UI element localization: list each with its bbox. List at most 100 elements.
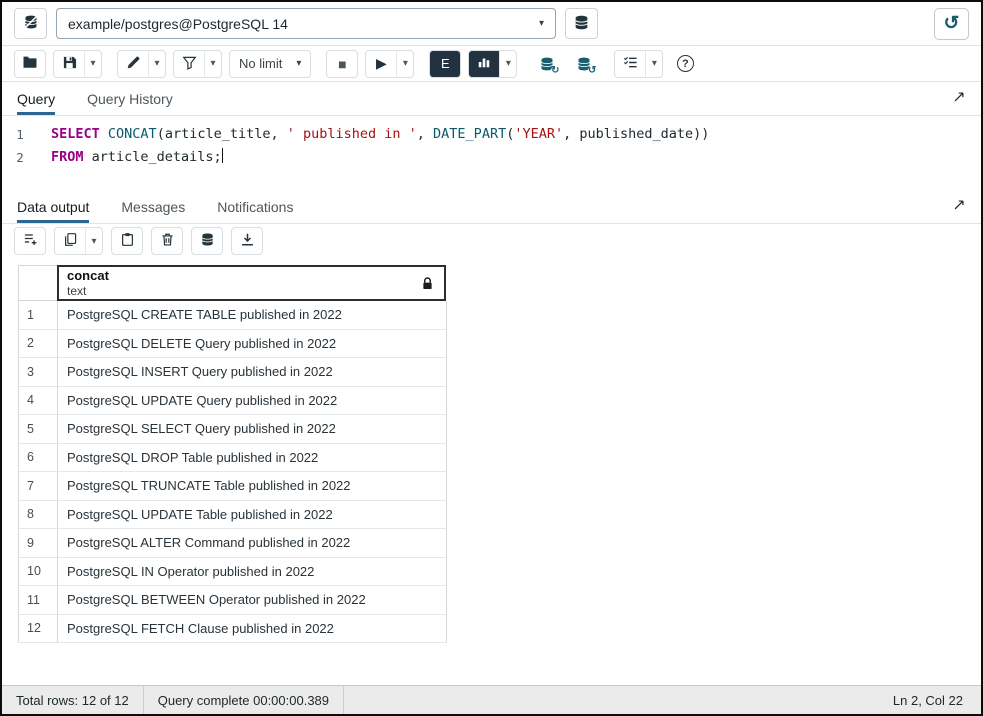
connection-bar: example/postgres@PostgreSQL 14 ▾ ↺ bbox=[2, 2, 981, 46]
row-value-cell[interactable]: PostgreSQL IN Operator published in 2022 bbox=[58, 558, 447, 587]
add-row-button[interactable] bbox=[15, 228, 45, 254]
list-check-icon bbox=[623, 55, 638, 73]
editor-code[interactable]: SELECT CONCAT(article_title, ' published… bbox=[38, 123, 709, 190]
row-number-cell[interactable]: 6 bbox=[18, 444, 58, 473]
table-row: 12 PostgreSQL FETCH Clause published in … bbox=[18, 615, 981, 644]
add-row-icon bbox=[23, 232, 38, 250]
download-icon bbox=[240, 232, 255, 250]
tab-messages[interactable]: Messages bbox=[121, 190, 185, 223]
row-number-cell[interactable]: 5 bbox=[18, 415, 58, 444]
row-number-cell[interactable]: 3 bbox=[18, 358, 58, 387]
row-value-cell[interactable]: PostgreSQL BETWEEN Operator published in… bbox=[58, 586, 447, 615]
tab-query[interactable]: Query bbox=[17, 82, 55, 115]
save-options-dropdown[interactable]: ▾ bbox=[84, 51, 101, 77]
chevron-down-icon: ▾ bbox=[539, 18, 544, 29]
connection-select[interactable]: example/postgres@PostgreSQL 14 ▾ bbox=[56, 8, 556, 39]
chevron-down-icon: ▾ bbox=[210, 58, 215, 69]
column-type: text bbox=[67, 284, 109, 298]
macros-button[interactable] bbox=[615, 51, 645, 77]
row-limit-value: No limit bbox=[239, 56, 282, 71]
tab-notifications-label: Notifications bbox=[217, 199, 293, 215]
commit-button[interactable]: ↻ bbox=[532, 50, 562, 78]
row-value-cell[interactable]: PostgreSQL SELECT Query published in 202… bbox=[58, 415, 447, 444]
row-number-cell[interactable]: 12 bbox=[18, 615, 58, 644]
chevron-down-icon: ▾ bbox=[652, 58, 657, 69]
row-value-cell[interactable]: PostgreSQL UPDATE Query published in 202… bbox=[58, 387, 447, 416]
row-limit-select[interactable]: No limit ▾ bbox=[230, 51, 310, 77]
explain-analyze-button[interactable] bbox=[469, 51, 499, 77]
folder-open-icon bbox=[22, 54, 38, 73]
refresh-connection-button[interactable]: ↺ bbox=[934, 8, 969, 40]
code-line-2: FROM article_details; bbox=[51, 146, 709, 169]
lock-icon bbox=[422, 277, 433, 290]
explain-button[interactable]: E bbox=[430, 51, 460, 77]
row-number-cell[interactable]: 4 bbox=[18, 387, 58, 416]
stop-button[interactable]: ■ bbox=[327, 51, 357, 77]
query-toolbar: ▾ ▾ ▾ No limit ▾ ■ ▶ bbox=[2, 46, 981, 82]
rollback-button[interactable]: ↺ bbox=[569, 50, 599, 78]
download-button[interactable] bbox=[232, 228, 262, 254]
open-file-button[interactable] bbox=[15, 51, 45, 77]
row-value-cell[interactable]: PostgreSQL DROP Table published in 2022 bbox=[58, 444, 447, 473]
filter-button[interactable] bbox=[174, 51, 204, 77]
filter-options-dropdown[interactable]: ▾ bbox=[204, 51, 221, 77]
tab-query-history[interactable]: Query History bbox=[87, 82, 173, 115]
save-file-button[interactable] bbox=[54, 51, 84, 77]
row-number-cell[interactable]: 1 bbox=[18, 301, 58, 330]
delete-row-button[interactable] bbox=[152, 228, 182, 254]
tab-notifications[interactable]: Notifications bbox=[217, 190, 293, 223]
table-row: 7 PostgreSQL TRUNCATE Table published in… bbox=[18, 472, 981, 501]
expand-diagonal-icon bbox=[952, 92, 966, 107]
status-cursor-position: Ln 2, Col 22 bbox=[879, 686, 981, 714]
execute-options-dropdown[interactable]: ▾ bbox=[396, 51, 413, 77]
row-value-cell[interactable]: PostgreSQL TRUNCATE Table published in 2… bbox=[58, 472, 447, 501]
explain-options-dropdown[interactable]: ▾ bbox=[499, 51, 516, 77]
row-number-cell[interactable]: 9 bbox=[18, 529, 58, 558]
row-number-cell[interactable]: 11 bbox=[18, 586, 58, 615]
connection-status-button[interactable] bbox=[14, 8, 47, 39]
sql-function: CONCAT bbox=[108, 126, 157, 142]
edit-options-dropdown[interactable]: ▾ bbox=[148, 51, 165, 77]
chevron-down-icon: ▾ bbox=[296, 58, 301, 69]
row-value-cell[interactable]: PostgreSQL INSERT Query published in 202… bbox=[58, 358, 447, 387]
help-button[interactable]: ? bbox=[670, 50, 700, 78]
refresh-icon: ↺ bbox=[944, 12, 960, 35]
row-value-cell[interactable]: PostgreSQL UPDATE Table published in 202… bbox=[58, 501, 447, 530]
editor-gutter: 1 2 bbox=[2, 123, 38, 190]
row-value-cell[interactable]: PostgreSQL ALTER Command published in 20… bbox=[58, 529, 447, 558]
row-number-cell[interactable]: 8 bbox=[18, 501, 58, 530]
column-meta: concat text bbox=[67, 268, 109, 298]
chevron-down-icon: ▾ bbox=[90, 58, 95, 69]
sql-editor[interactable]: 1 2 SELECT CONCAT(article_title, ' publi… bbox=[2, 116, 981, 190]
row-value-cell[interactable]: PostgreSQL CREATE TABLE published in 202… bbox=[58, 301, 447, 330]
new-connection-button[interactable] bbox=[565, 8, 598, 39]
table-row: 1 PostgreSQL CREATE TABLE published in 2… bbox=[18, 301, 981, 330]
row-value-cell[interactable]: PostgreSQL FETCH Clause published in 202… bbox=[58, 615, 447, 644]
copy-options-dropdown[interactable]: ▾ bbox=[85, 228, 102, 254]
row-number-cell[interactable]: 7 bbox=[18, 472, 58, 501]
database-commit-icon: ↻ bbox=[539, 56, 555, 72]
table-row: 11 PostgreSQL BETWEEN Operator published… bbox=[18, 586, 981, 615]
expand-editor-button[interactable] bbox=[952, 90, 966, 107]
column-header-concat[interactable]: concat text bbox=[57, 265, 446, 301]
row-number-cell[interactable]: 10 bbox=[18, 558, 58, 587]
sql-string: ' published in ' bbox=[287, 126, 417, 142]
row-value-cell[interactable]: PostgreSQL DELETE Query published in 202… bbox=[58, 330, 447, 359]
expand-output-button[interactable] bbox=[952, 198, 966, 215]
macros-dropdown[interactable]: ▾ bbox=[645, 51, 662, 77]
pen-icon bbox=[126, 55, 141, 73]
save-data-button[interactable] bbox=[192, 228, 222, 254]
execute-button[interactable]: ▶ bbox=[366, 51, 396, 77]
sql-function: DATE_PART bbox=[433, 126, 506, 142]
table-row: 9 PostgreSQL ALTER Command published in … bbox=[18, 529, 981, 558]
copy-button[interactable] bbox=[55, 228, 85, 254]
tab-data-output[interactable]: Data output bbox=[17, 190, 89, 223]
paste-button[interactable] bbox=[112, 228, 142, 254]
status-total-rows: Total rows: 12 of 12 bbox=[2, 686, 144, 714]
row-number-cell[interactable]: 2 bbox=[18, 330, 58, 359]
database-icon bbox=[573, 14, 590, 34]
chevron-down-icon: ▾ bbox=[506, 58, 511, 69]
edit-button[interactable] bbox=[118, 51, 148, 77]
grid-corner-cell[interactable] bbox=[18, 265, 58, 301]
save-icon bbox=[62, 55, 77, 73]
